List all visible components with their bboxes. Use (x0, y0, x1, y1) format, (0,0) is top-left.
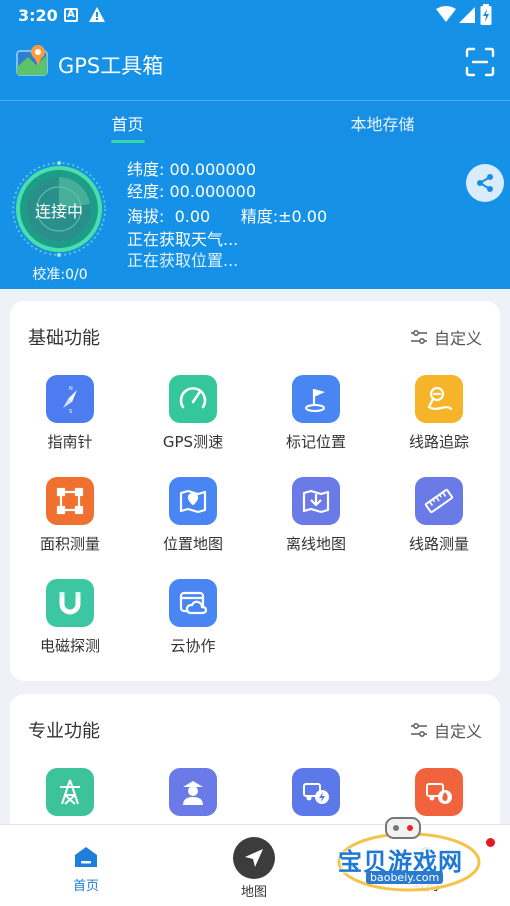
tab-active-indicator (111, 140, 145, 143)
app-logo-icon (16, 45, 48, 76)
grid-item-label: 位置地图 (162, 535, 223, 553)
grid-item-label: 离线地图 (285, 535, 346, 553)
sliders-icon (411, 329, 427, 345)
compass-icon: NS (46, 375, 94, 423)
location-map-icon (169, 477, 217, 525)
electric-truck-icon (292, 768, 340, 816)
cellular-icon (459, 7, 475, 23)
grid-item-label: 云协作 (170, 637, 216, 655)
navigation-arrow-icon (233, 837, 275, 879)
nav-home-label: 首页 (72, 879, 99, 894)
warning-icon (89, 7, 105, 22)
grid-item-label: 面积测量 (39, 535, 100, 553)
offline-map-icon (292, 477, 340, 525)
nav-map[interactable]: 地图 (204, 837, 304, 900)
pro-customize-label: 自定义 (434, 722, 483, 741)
nav-home[interactable]: 首页 (36, 837, 136, 894)
grid-item-compass[interactable]: NS 指南针 (15, 375, 125, 452)
app-bar: GPS工具箱 (0, 36, 510, 92)
tower-icon (46, 768, 94, 816)
grid-item-label: 指南针 (47, 433, 93, 451)
grid-item-label: 电磁探测 (39, 637, 100, 655)
app-title: GPS工具箱 (58, 54, 164, 78)
status-bar: 3:20 A (0, 0, 510, 30)
scan-button[interactable] (464, 46, 496, 78)
grid-item-label: 线路追踪 (408, 433, 469, 451)
magnet-icon (46, 579, 94, 627)
grid-item-electric-truck[interactable] (261, 768, 371, 816)
watermark-url: baobeiy.com (366, 871, 444, 884)
svg-text:N: N (69, 386, 73, 392)
wifi-icon (436, 6, 456, 22)
ruler-icon (415, 477, 463, 525)
fire-truck-icon (415, 768, 463, 816)
grid-item-tower[interactable] (15, 768, 125, 816)
grid-item-cloud-collab[interactable]: 云协作 (138, 579, 248, 656)
svg-text:S: S (69, 409, 72, 414)
sliders-icon (411, 722, 427, 738)
longitude-text: 经度: 00.000000 (127, 182, 257, 201)
header-area: 3:20 A GPS工具箱 首页 本地存储 连接中 校准:0/0 纬度: 00.… (0, 0, 510, 289)
grid-item-fire-truck[interactable] (384, 768, 494, 816)
grid-item-area-measure[interactable]: 面积测量 (15, 477, 125, 554)
grid-item-label: 标记位置 (285, 433, 346, 451)
grid-item-route-measure[interactable]: 线路测量 (384, 477, 494, 554)
altitude-accuracy-text: 海拔: 0.00 精度:±0.00 (127, 207, 328, 226)
grid-item-em-detect[interactable]: 电磁探测 (15, 579, 125, 656)
grid-item-offline-map[interactable]: 离线地图 (261, 477, 371, 554)
location-status-text: 正在获取位置... (127, 251, 239, 270)
route-track-icon (415, 375, 463, 423)
flag-marker-icon (292, 375, 340, 423)
pro-customize-button[interactable]: 自定义 (410, 718, 482, 742)
tab-home[interactable]: 首页 (0, 111, 255, 135)
area-measure-icon (46, 477, 94, 525)
speedometer-icon (169, 375, 217, 423)
share-button[interactable] (466, 164, 504, 202)
grid-item-worker[interactable] (138, 768, 248, 816)
basic-customize-button[interactable]: 自定义 (410, 325, 482, 349)
grid-item-route-tracking[interactable]: 线路追踪 (384, 375, 494, 452)
tab-local-storage[interactable]: 本地存储 (255, 111, 510, 135)
notification-dot (486, 838, 495, 847)
status-time: 3:20 (18, 6, 58, 25)
grid-item-location-map[interactable]: 位置地图 (138, 477, 248, 554)
worker-icon (169, 768, 217, 816)
nav-map-label: 地图 (240, 885, 267, 900)
notification-a-icon: A (64, 8, 78, 22)
cloud-collab-icon (169, 579, 217, 627)
calibration-text: 校准:0/0 (32, 267, 88, 283)
share-icon (477, 174, 493, 192)
grid-item-label: GPS测速 (162, 433, 224, 451)
basic-customize-label: 自定义 (434, 329, 483, 348)
latitude-text: 纬度: 00.000000 (127, 160, 257, 179)
gps-status-text: 连接中 (34, 202, 83, 221)
grid-item-mark-location[interactable]: 标记位置 (261, 375, 371, 452)
home-icon (75, 847, 97, 867)
basic-functions-card: 基础功能 自定义 NS 指南针 GPS测速 标记位置 线路追踪 面积测量 位置地… (10, 301, 500, 681)
battery-icon (480, 4, 492, 25)
grid-item-gps-speed[interactable]: GPS测速 (138, 375, 248, 452)
pro-functions-title: 专业功能 (28, 721, 100, 742)
tab-bar: 首页 本地存储 (0, 100, 510, 143)
grid-item-label: 线路测量 (408, 535, 469, 553)
basic-functions-title: 基础功能 (28, 328, 100, 349)
